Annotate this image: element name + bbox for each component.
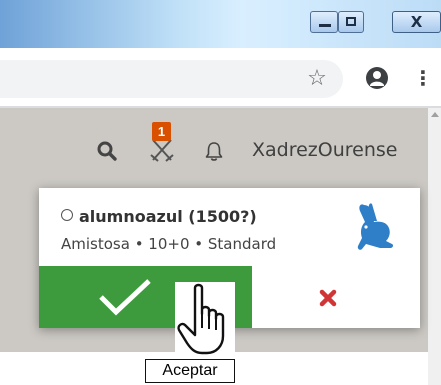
user-menu-link[interactable]: XadrezOurense (252, 139, 398, 161)
challenge-details: Amistosa • 10+0 • Standard (61, 235, 277, 253)
maximize-icon (346, 17, 356, 26)
bell-icon[interactable] (203, 140, 225, 167)
accept-tooltip: Aceptar (145, 359, 235, 383)
close-icon: X (410, 13, 423, 31)
opponent-name[interactable]: alumnoazul (1500?) (79, 207, 257, 226)
offline-status-icon (61, 209, 73, 221)
close-button[interactable]: X (392, 11, 441, 33)
browser-toolbar: ☆ ⋮ (0, 48, 441, 108)
address-bar[interactable] (0, 60, 343, 98)
minimize-button[interactable] (310, 11, 338, 33)
rabbit-icon (350, 202, 400, 254)
minimize-icon (319, 24, 331, 27)
scroll-up-arrow-icon[interactable] (431, 112, 439, 117)
search-icon[interactable] (96, 140, 118, 167)
maximize-button[interactable] (338, 11, 364, 33)
account-icon[interactable] (362, 62, 392, 94)
cross-icon (319, 289, 337, 307)
challenge-count-badge: 1 (152, 122, 171, 141)
window-titlebar (0, 0, 441, 48)
challenge-opponent[interactable]: alumnoazul (1500?) (61, 207, 257, 226)
star-icon[interactable]: ☆ (302, 62, 332, 94)
decline-button[interactable] (252, 266, 420, 328)
more-vert-icon[interactable]: ⋮ (408, 62, 438, 94)
hand-cursor-icon (175, 282, 235, 358)
scrollbar[interactable] (428, 108, 441, 385)
